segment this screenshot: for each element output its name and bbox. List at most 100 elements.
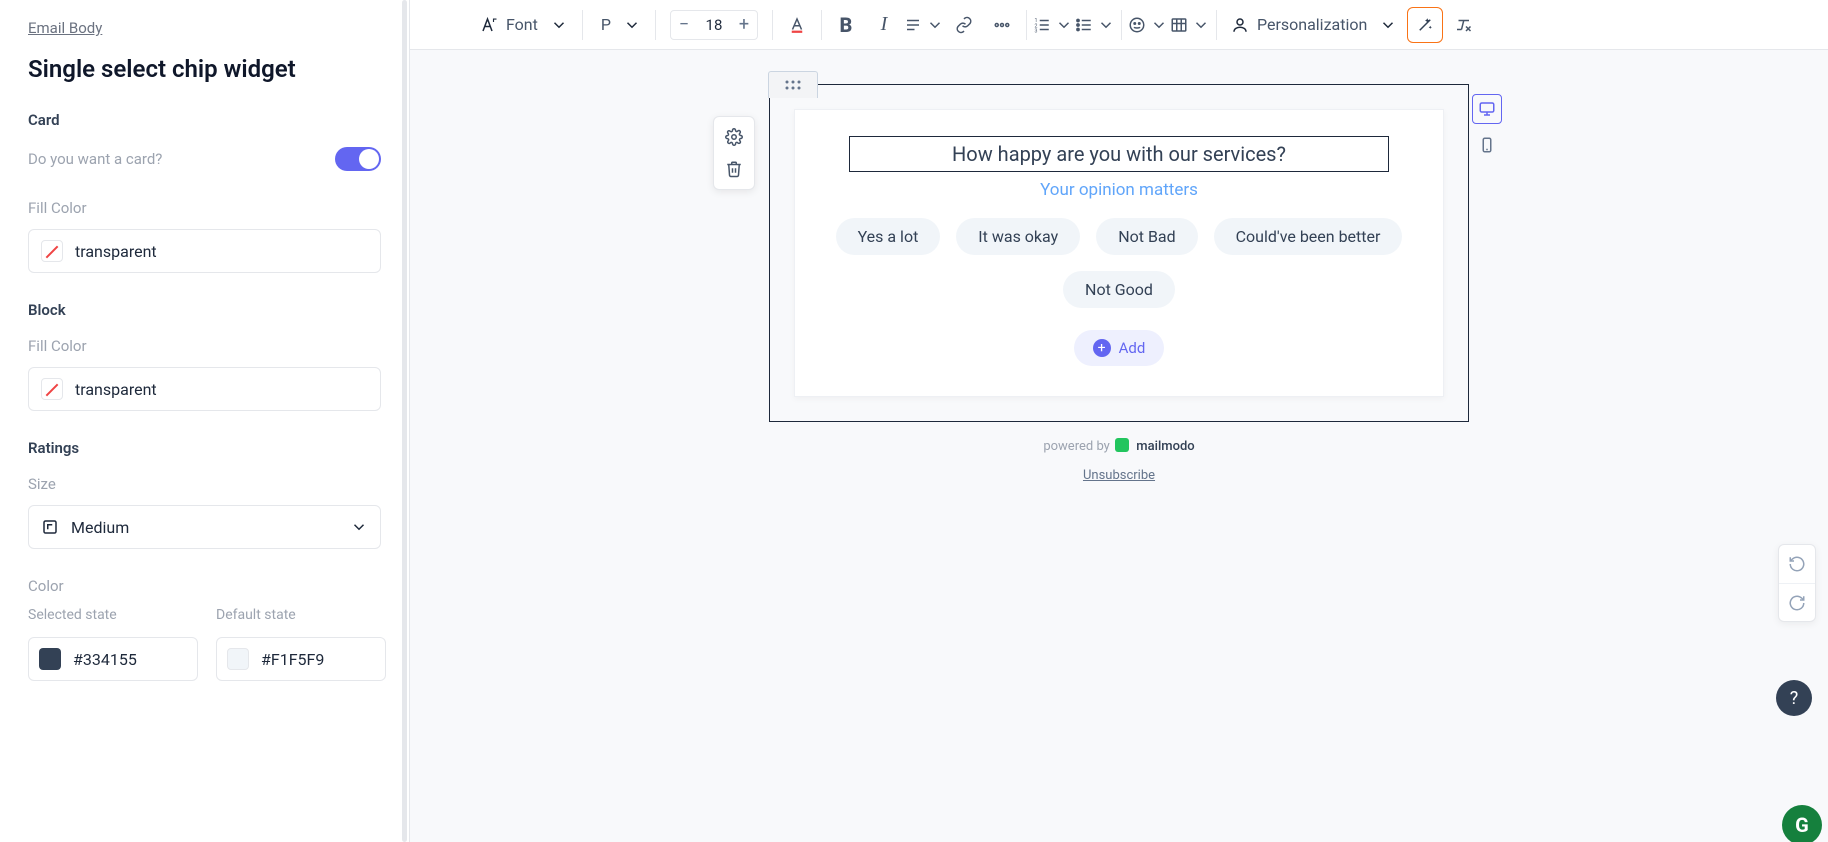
mailmodo-logo-icon [1115,438,1129,452]
transparent-swatch-icon [41,240,63,262]
page-title: Single select chip widget [28,55,381,83]
undo-button[interactable] [1779,545,1815,583]
add-label: Add [1119,339,1146,357]
mobile-icon [1478,136,1496,154]
mobile-preview-button[interactable] [1472,130,1502,160]
card-fill-color-input[interactable]: transparent [28,229,381,273]
table-icon [1170,16,1188,34]
person-icon [1231,16,1249,34]
link-icon [955,16,973,34]
chevron-down-icon [550,16,568,34]
font-size-stepper[interactable]: − 18 + [670,10,758,40]
ordered-list-button[interactable]: 123 [1033,7,1073,43]
table-button[interactable] [1170,7,1210,43]
emoji-button[interactable] [1128,7,1168,43]
block-delete-button[interactable] [720,155,748,183]
transparent-swatch-icon [41,378,63,400]
font-family-select[interactable]: Font [472,0,576,49]
plus-icon: + [1093,339,1111,357]
block-fill-color-input[interactable]: transparent [28,367,381,411]
chip-option[interactable]: Could've been better [1214,218,1403,255]
ordered-list-icon: 123 [1033,16,1051,34]
text-color-button[interactable] [779,7,815,43]
selected-state-color-input[interactable]: #334155 [28,637,198,681]
font-size-decrease-button[interactable]: − [671,14,697,35]
question-subtitle[interactable]: Your opinion matters [819,180,1419,200]
chip-container: Yes a lot It was okay Not Bad Could've b… [819,218,1419,308]
question-title-text: How happy are you with our services? [952,142,1286,166]
redo-button[interactable] [1779,583,1815,621]
chip-option[interactable]: Not Good [1063,271,1175,308]
card-fill-label: Fill Color [28,199,381,217]
block-settings-button[interactable] [720,123,748,151]
font-size-value: 18 [697,16,731,34]
chevron-down-icon [623,16,641,34]
paragraph-tag-value: P [597,15,615,34]
font-label: Font [502,15,542,34]
unordered-list-button[interactable] [1075,7,1115,43]
text-color-icon [788,16,806,34]
expand-icon [41,518,59,536]
ellipsis-icon [993,16,1011,34]
font-icon [480,16,498,34]
section-card-label: Card [28,111,381,129]
clear-formatting-button[interactable] [1445,7,1481,43]
chip-option[interactable]: Not Bad [1096,218,1197,255]
section-ratings-label: Ratings [28,439,381,457]
default-hex-value: #F1F5F9 [261,650,324,669]
italic-button[interactable]: I [866,7,902,43]
block-fill-value: transparent [75,380,157,399]
ratings-color-label: Color [28,577,381,595]
add-chip-button[interactable]: + Add [1074,330,1164,366]
grammarly-button[interactable]: G [1782,805,1822,842]
magic-wand-button[interactable] [1407,7,1443,43]
clear-format-icon [1454,16,1472,34]
card-fill-value: transparent [75,242,157,261]
grammarly-icon: G [1795,813,1809,837]
emoji-icon [1128,16,1146,34]
bold-button[interactable]: B [828,7,864,43]
block-fill-label: Fill Color [28,337,381,355]
email-widget-block[interactable]: How happy are you with our services? You… [769,84,1469,422]
chevron-down-icon [1150,16,1168,34]
editor-toolbar: Font P − 18 + B I [410,0,1828,50]
color-chip-selected [39,648,61,670]
more-formatting-button[interactable] [984,7,1020,43]
desktop-preview-button[interactable] [1472,94,1502,124]
link-button[interactable] [946,7,982,43]
default-state-color-input[interactable]: #F1F5F9 [216,637,386,681]
history-toolbar [1778,544,1816,622]
selected-hex-value: #334155 [73,650,137,669]
ratings-size-value: Medium [71,518,129,537]
font-size-increase-button[interactable]: + [731,14,757,35]
chevron-down-icon [926,16,944,34]
card-toggle[interactable] [335,147,381,171]
help-button[interactable]: ? [1776,680,1812,716]
gear-icon [725,128,743,146]
block-drag-handle[interactable] [768,71,818,98]
unordered-list-icon [1075,16,1093,34]
grip-icon [784,79,802,91]
question-mark-icon: ? [1790,688,1799,709]
ratings-size-select[interactable]: Medium [28,505,381,549]
desktop-icon [1478,100,1496,118]
breadcrumb-email-body[interactable]: Email Body [28,19,102,37]
personalization-button[interactable]: Personalization [1223,0,1405,49]
powered-by-label: powered by mailmodo [769,438,1469,454]
align-icon [904,16,922,34]
chevron-down-icon [1192,16,1210,34]
section-block-label: Block [28,301,381,319]
chip-option[interactable]: Yes a lot [836,218,941,255]
chip-option[interactable]: It was okay [956,218,1080,255]
unsubscribe-link[interactable]: Unsubscribe [1083,468,1155,483]
chevron-down-icon [1379,16,1397,34]
ratings-size-label: Size [28,475,381,493]
sidebar-scrollbar[interactable] [402,0,407,842]
paragraph-tag-select[interactable]: P [589,0,649,49]
align-button[interactable] [904,7,944,43]
personalization-label: Personalization [1253,15,1371,34]
trash-icon [725,160,743,178]
card-toggle-label: Do you want a card? [28,150,162,168]
svg-text:3: 3 [1034,28,1037,34]
question-title-input[interactable]: How happy are you with our services? [849,136,1389,172]
